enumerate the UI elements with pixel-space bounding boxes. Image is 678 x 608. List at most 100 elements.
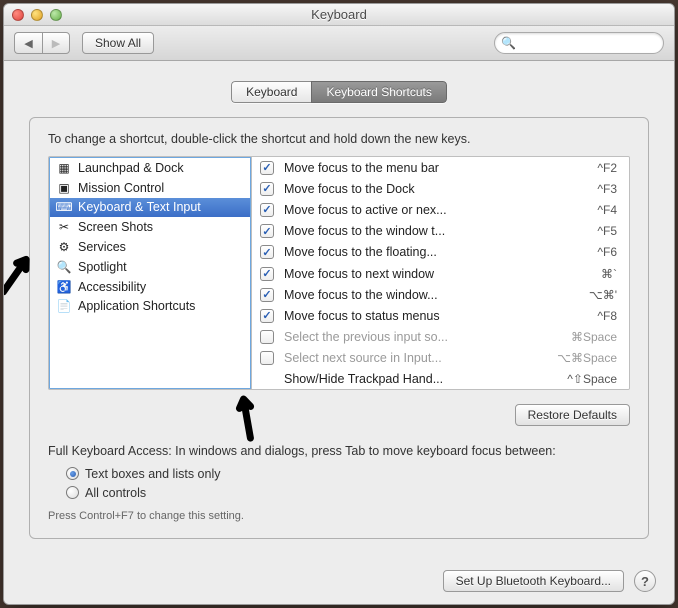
- shortcut-label: Move focus to the window t...: [284, 224, 537, 238]
- chevron-left-icon: ◀: [24, 37, 32, 50]
- search-field-wrap: 🔍: [494, 32, 664, 54]
- category-label: Spotlight: [78, 260, 127, 274]
- radio-all-controls[interactable]: [66, 486, 79, 499]
- category-row[interactable]: 🔍 Spotlight: [50, 257, 250, 277]
- shortcut-checkbox[interactable]: ✓: [260, 351, 274, 365]
- help-button[interactable]: ?: [634, 570, 656, 592]
- window-controls: [12, 9, 62, 21]
- fka-radios: Text boxes and lists only All controls: [66, 464, 630, 502]
- shortcut-keys: ^F2: [547, 161, 617, 175]
- window-title: Keyboard: [4, 7, 674, 22]
- shortcut-label: Move focus to the Dock: [284, 182, 537, 196]
- toolbar: ◀ ▶ Show All 🔍: [4, 26, 674, 61]
- shortcut-keys: ^F8: [547, 309, 617, 323]
- radio-label-all-controls: All controls: [85, 486, 146, 500]
- shortcut-label: Move focus to next window: [284, 267, 537, 281]
- tab-shortcuts[interactable]: Keyboard Shortcuts: [311, 81, 446, 103]
- category-label: Screen Shots: [78, 220, 153, 234]
- category-row[interactable]: ▣ Mission Control: [50, 178, 250, 198]
- bluetooth-keyboard-button[interactable]: Set Up Bluetooth Keyboard...: [443, 570, 624, 592]
- category-row[interactable]: ♿ Accessibility: [50, 277, 250, 297]
- shortcut-keys: ⌥⌘': [547, 288, 617, 302]
- category-label: Mission Control: [78, 181, 164, 195]
- nav-segmented: ◀ ▶: [14, 32, 70, 54]
- shortcut-row[interactable]: ✓ Move focus to status menus ^F8: [252, 305, 629, 326]
- shortcut-label: Select the previous input so...: [284, 330, 537, 344]
- category-row[interactable]: 📄 Application Shortcuts: [50, 297, 250, 317]
- shortcut-checkbox[interactable]: ✓: [260, 203, 274, 217]
- shortcuts-panel: To change a shortcut, double-click the s…: [29, 117, 649, 539]
- shortcut-row[interactable]: ✓ Move focus to the window t... ^F5: [252, 221, 629, 242]
- category-row[interactable]: ⚙Services: [50, 237, 250, 257]
- content-area: Keyboard Keyboard Shortcuts To change a …: [4, 61, 674, 604]
- preferences-window: Keyboard ◀ ▶ Show All 🔍 Keyboard Keyboar…: [3, 3, 675, 605]
- shortcut-row[interactable]: ✓Select next source in Input...⌥⌘Space: [252, 348, 629, 369]
- category-label: Accessibility: [78, 280, 146, 294]
- tab-keyboard[interactable]: Keyboard: [231, 81, 311, 103]
- shortcut-checkbox[interactable]: ✓: [260, 245, 274, 259]
- shortcut-row[interactable]: ✓ Move focus to the window... ⌥⌘': [252, 284, 629, 305]
- spotlight-icon: 🔍: [56, 259, 72, 275]
- instruction-text: To change a shortcut, double-click the s…: [48, 132, 630, 146]
- category-row[interactable]: ⌨ Keyboard & Text Input: [50, 198, 250, 218]
- radio-label-text-boxes: Text boxes and lists only: [85, 467, 221, 481]
- shortcut-row[interactable]: ✓ Move focus to active or nex... ^F4: [252, 199, 629, 220]
- minimize-button[interactable]: [31, 9, 43, 21]
- close-button[interactable]: [12, 9, 24, 21]
- category-label: Launchpad & Dock: [78, 161, 184, 175]
- tab-bar: Keyboard Keyboard Shortcuts: [29, 81, 649, 103]
- shortcut-checkbox[interactable]: ✓: [260, 267, 274, 281]
- shortcut-keys: ^F3: [547, 182, 617, 196]
- shortcut-keys: ^F6: [547, 245, 617, 259]
- shortcut-label: Show/Hide Trackpad Hand...: [284, 372, 537, 386]
- shortcut-row[interactable]: ✓ Move focus to the menu bar ^F2: [252, 157, 629, 178]
- shortcut-keys: ^⇧Space: [547, 372, 617, 386]
- search-input[interactable]: [494, 32, 664, 54]
- shortcut-checkbox[interactable]: ✓: [260, 224, 274, 238]
- shortcut-checkbox[interactable]: ✓: [260, 182, 274, 196]
- shortcut-keys: ⌥⌘Space: [547, 351, 617, 365]
- shortcut-label: Move focus to the window...: [284, 288, 537, 302]
- category-row[interactable]: ✂Screen Shots: [50, 217, 250, 237]
- shortcut-checkbox[interactable]: ✓: [260, 161, 274, 175]
- forward-button[interactable]: ▶: [42, 32, 70, 54]
- shortcuts-split: ▦ Launchpad & Dock ▣ Mission Control ⌨ Keyboa…: [48, 156, 630, 390]
- shortcut-row[interactable]: ✓ Move focus to the floating... ^F6: [252, 242, 629, 263]
- services-icon: ⚙: [56, 239, 72, 255]
- shortcut-keys: ⌘`: [547, 267, 617, 281]
- search-icon: 🔍: [501, 36, 516, 50]
- back-button[interactable]: ◀: [14, 32, 42, 54]
- category-label: Application Shortcuts: [78, 299, 195, 313]
- shortcut-keys: ⌘Space: [547, 330, 617, 344]
- shortcut-label: Move focus to the menu bar: [284, 161, 537, 175]
- app-shortcuts-icon: 📄: [56, 298, 72, 314]
- shortcut-row[interactable]: ✓ Move focus to next window ⌘`: [252, 263, 629, 284]
- full-keyboard-access-text: Full Keyboard Access: In windows and dia…: [48, 444, 630, 458]
- shortcut-checkbox[interactable]: ✓: [260, 288, 274, 302]
- zoom-button[interactable]: [50, 9, 62, 21]
- show-all-button[interactable]: Show All: [82, 32, 154, 54]
- shortcut-label: Move focus to active or nex...: [284, 203, 537, 217]
- shortcut-row[interactable]: Show/Hide Trackpad Hand... ^⇧Space: [252, 369, 629, 389]
- category-row[interactable]: ▦ Launchpad & Dock: [50, 158, 250, 178]
- accessibility-icon: ♿: [56, 279, 72, 295]
- keyboard-icon: ⌨: [56, 199, 72, 215]
- fka-note: Press Control+F7 to change this setting.: [48, 510, 630, 522]
- shortcut-checkbox[interactable]: ✓: [260, 309, 274, 323]
- category-list[interactable]: ▦ Launchpad & Dock ▣ Mission Control ⌨ Keyboa…: [48, 156, 252, 390]
- shortcut-row[interactable]: ✓ Select the previous input so... ⌘Space: [252, 327, 629, 348]
- restore-defaults-button[interactable]: Restore Defaults: [515, 404, 630, 426]
- radio-text-boxes-only[interactable]: [66, 467, 79, 480]
- shortcut-row[interactable]: ✓ Move focus to the Dock ^F3: [252, 178, 629, 199]
- shortcut-label: Move focus to the floating...: [284, 245, 537, 259]
- chevron-right-icon: ▶: [52, 37, 60, 50]
- shortcut-list[interactable]: ✓ Move focus to the menu bar ^F2 ✓ Move focu…: [251, 157, 629, 389]
- shortcut-checkbox[interactable]: ✓: [260, 330, 274, 344]
- mission-control-icon: ▣: [56, 180, 72, 196]
- shortcut-keys: ^F5: [547, 224, 617, 238]
- shortcut-keys: ^F4: [547, 203, 617, 217]
- shortcut-label: Move focus to status menus: [284, 309, 537, 323]
- launchpad-icon: ▦: [56, 160, 72, 176]
- titlebar: Keyboard: [4, 4, 674, 26]
- category-label: Keyboard & Text Input: [78, 200, 201, 214]
